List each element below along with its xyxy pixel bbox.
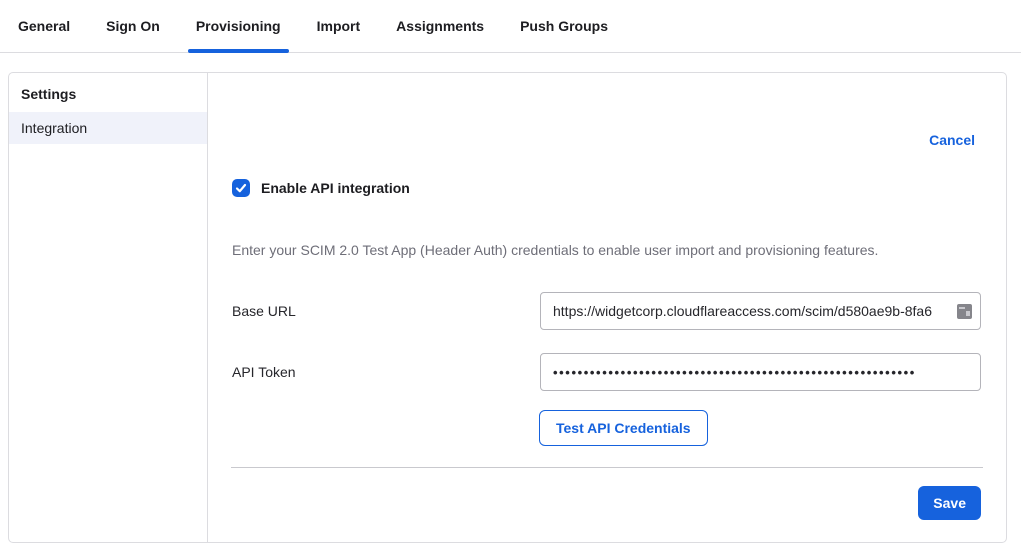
enable-api-label: Enable API integration	[261, 180, 410, 196]
text-overflow-block-icon	[957, 304, 972, 319]
enable-api-checkbox[interactable]	[232, 179, 250, 197]
api-token-label: API Token	[232, 364, 540, 380]
base-url-input[interactable]	[540, 292, 981, 330]
tab-provisioning[interactable]: Provisioning	[188, 0, 289, 52]
base-url-row: Base URL	[232, 292, 981, 330]
checkmark-icon	[235, 182, 247, 194]
tab-sign-on[interactable]: Sign On	[98, 0, 168, 52]
enable-api-row: Enable API integration	[232, 179, 410, 197]
test-api-credentials-button[interactable]: Test API Credentials	[539, 410, 708, 446]
tab-push-groups[interactable]: Push Groups	[512, 0, 616, 52]
tab-assignments[interactable]: Assignments	[388, 0, 492, 52]
tab-import[interactable]: Import	[309, 0, 369, 52]
sidebar-heading: Settings	[9, 86, 207, 112]
provisioning-panel: Settings Integration Cancel Enable API i…	[8, 72, 1007, 543]
settings-sidebar: Settings Integration	[9, 73, 208, 542]
footer-divider	[231, 467, 983, 468]
base-url-label: Base URL	[232, 303, 540, 319]
integration-form: Cancel Enable API integration Enter your…	[208, 73, 1006, 542]
sidebar-item-integration[interactable]: Integration	[9, 112, 207, 144]
api-token-input-wrap	[540, 353, 981, 391]
api-token-row: API Token	[232, 353, 981, 391]
credentials-description: Enter your SCIM 2.0 Test App (Header Aut…	[232, 242, 878, 258]
tab-general[interactable]: General	[10, 0, 78, 52]
api-token-input[interactable]	[540, 353, 981, 391]
cancel-link[interactable]: Cancel	[929, 132, 975, 148]
save-button[interactable]: Save	[918, 486, 981, 520]
base-url-input-wrap	[540, 292, 981, 330]
app-tab-bar: General Sign On Provisioning Import Assi…	[0, 0, 1021, 53]
